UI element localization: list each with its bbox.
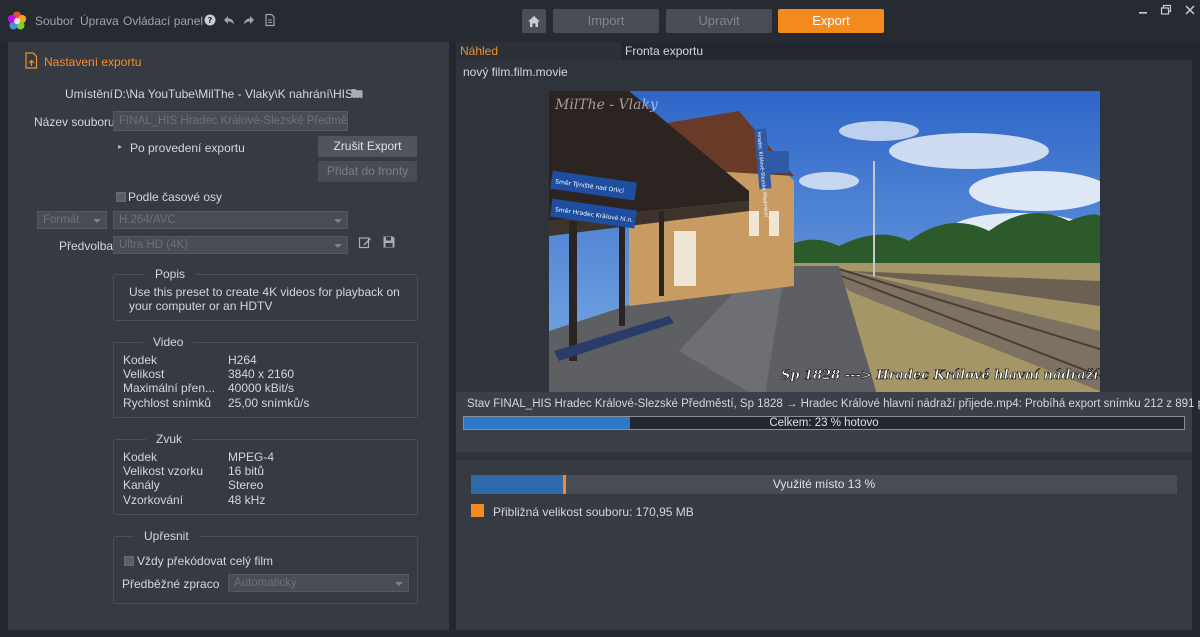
always-reencode-label: Vždy překódovat celý film	[137, 554, 274, 568]
cancel-export-button[interactable]: Zrušit Export	[318, 136, 417, 157]
video-framerate-label: Rychlost snímků	[123, 396, 212, 410]
audio-sample-size-label: Velikost vzorku	[123, 464, 204, 478]
nav-export-button[interactable]: Export	[778, 9, 884, 33]
chevron-down-icon	[93, 219, 101, 223]
video-info-group: Video Kodek H264 Velikost 3840 x 2160 Ma…	[113, 335, 418, 418]
project-file-title: nový film.film.movie	[463, 65, 568, 79]
estimated-size-label: Přibližná velikost souboru: 170,95 MB	[493, 505, 694, 519]
tab-export-queue[interactable]: Fronta exportu	[621, 42, 1192, 60]
preset-label: Předvolba	[59, 239, 114, 253]
audio-codec-value: MPEG-4	[228, 450, 275, 464]
filename-label: Název souboru	[34, 115, 115, 129]
add-to-queue-button[interactable]: Přidat do fronty	[318, 161, 417, 182]
save-preset-icon[interactable]	[382, 235, 396, 249]
panel-title: Nastavení exportu	[44, 55, 142, 69]
by-timeline-checkbox[interactable]	[116, 192, 126, 202]
help-icon[interactable]: ?	[203, 13, 217, 27]
video-preview-frame: Směr Týniště nad Orlicí Směr Hradec Král…	[549, 91, 1100, 401]
disk-usage-area: Využité místo 13 % Přibližná velikost so…	[456, 460, 1192, 630]
app-logo-icon	[7, 11, 27, 30]
format-select[interactable]: Formát	[37, 211, 107, 229]
format-select-label: Formát	[43, 214, 80, 226]
preset-select[interactable]: Ultra HD (4K)	[113, 236, 348, 254]
description-text: Use this preset to create 4K videos for …	[129, 285, 400, 313]
tab-preview[interactable]: Náhled	[456, 42, 621, 60]
video-info-title: Video	[143, 335, 194, 349]
location-value: D:\Na YouTube\MilThe - Vlaky\K nahrání\H…	[114, 87, 364, 101]
close-icon[interactable]	[1183, 4, 1197, 16]
watermark-text: MilThe - Vlaky	[554, 97, 659, 113]
estimated-size-legend-swatch	[471, 504, 484, 517]
video-framerate-value: 25,00 snímků/s	[228, 396, 310, 410]
preprocess-label: Předběžné zpraco	[122, 577, 220, 591]
video-codec-value: H264	[228, 353, 257, 367]
export-progress-bar: Celkem: 23 % hotovo	[463, 416, 1185, 430]
redo-icon[interactable]	[242, 13, 256, 27]
video-bitrate-label: Maximální přen...	[123, 381, 216, 395]
by-timeline-label: Podle časové osy	[128, 190, 223, 204]
audio-channels-label: Kanály	[123, 478, 160, 492]
audio-sampling-label: Vzorkování	[123, 493, 184, 507]
menu-file[interactable]: Soubor	[35, 14, 74, 28]
chevron-down-icon	[334, 219, 342, 223]
codec-select-value: H.264/AVC	[119, 214, 176, 226]
after-export-label[interactable]: Po provedení exportu	[130, 141, 245, 155]
audio-info-title: Zvuk	[146, 432, 193, 446]
refine-group: Upřesnit Vždy překódovat celý film Předb…	[113, 529, 418, 604]
disk-usage-bar: Využité místo 13 %	[471, 475, 1177, 494]
nav-edit-button[interactable]: Upravit	[666, 9, 772, 33]
audio-codec-label: Kodek	[123, 450, 158, 464]
edit-preset-icon[interactable]	[358, 235, 372, 249]
chevron-down-icon	[334, 244, 342, 248]
export-progress-label: Celkem: 23 % hotovo	[769, 417, 879, 429]
filename-field[interactable]: FINAL_HIS Hradec Králové-Slezské Předměs…	[113, 111, 348, 131]
preprocess-select[interactable]: Automatický	[228, 574, 409, 592]
chevron-down-icon	[395, 582, 403, 586]
video-size-label: Velikost	[123, 367, 165, 381]
video-codec-label: Kodek	[123, 353, 158, 367]
minimize-icon[interactable]	[1136, 4, 1150, 16]
refine-title: Upřesnit	[134, 529, 199, 543]
top-bar: Soubor Úprava Ovládací panel ? Import Up…	[0, 0, 1200, 42]
export-status-area: Stav FINAL_HIS Hradec Králové-Slezské Př…	[456, 392, 1200, 452]
video-caption: Sp 1828 ---> Hradec Králové hlavní nádra…	[781, 368, 1100, 383]
always-reencode-checkbox[interactable]	[124, 556, 134, 566]
export-settings-icon	[25, 52, 38, 69]
menu-edit[interactable]: Úprava	[80, 14, 119, 28]
audio-info-group: Zvuk Kodek MPEG-4 Velikost vzorku 16 bit…	[113, 432, 418, 515]
location-label: Umístění	[65, 87, 114, 101]
preprocess-select-value: Automatický	[234, 577, 297, 589]
codec-select[interactable]: H.264/AVC	[113, 211, 348, 229]
audio-channels-value: Stereo	[228, 478, 264, 492]
home-button[interactable]	[522, 9, 546, 33]
document-icon[interactable]	[263, 13, 277, 27]
disk-usage-label: Využité místo 13 %	[772, 477, 876, 491]
audio-sampling-value: 48 kHz	[228, 493, 266, 507]
export-status-text: Stav FINAL_HIS Hradec Králové-Slezské Př…	[467, 398, 1200, 410]
video-size-value: 3840 x 2160	[228, 367, 295, 381]
preset-select-value: Ultra HD (4K)	[119, 239, 189, 251]
preview-panel: Náhled Fronta exportu nový film.film.mov…	[456, 42, 1200, 630]
export-settings-panel: Nastavení exportu Umístění D:\Na YouTube…	[8, 42, 449, 630]
expand-arrow-icon[interactable]: ▸	[118, 142, 122, 151]
nav-import-button[interactable]: Import	[553, 9, 659, 33]
audio-sample-size-value: 16 bitů	[228, 464, 265, 478]
description-title: Popis	[145, 267, 196, 281]
description-group: Popis Use this preset to create 4K video…	[113, 267, 418, 321]
folder-icon[interactable]	[351, 88, 363, 98]
video-bitrate-value: 40000 kBit/s	[228, 381, 295, 395]
svg-text:?: ?	[208, 16, 213, 25]
menu-control-panel[interactable]: Ovládací panel	[123, 14, 203, 28]
restore-icon[interactable]	[1159, 4, 1173, 16]
undo-icon[interactable]	[222, 13, 236, 27]
home-icon	[528, 15, 540, 27]
